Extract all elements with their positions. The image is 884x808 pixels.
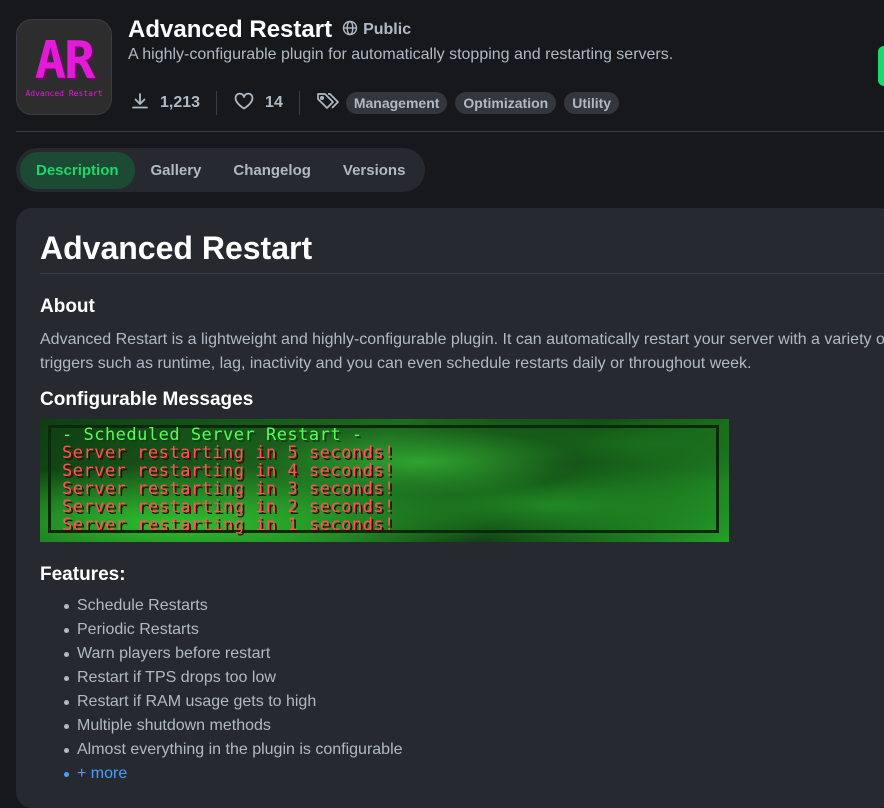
tag-management[interactable]: Management bbox=[345, 92, 448, 114]
feature-text: Almost everything in the plugin is confi… bbox=[77, 741, 403, 758]
banner-line: Server restarting in 1 seconds! bbox=[62, 515, 395, 535]
list-item: Restart if TPS drops too low bbox=[64, 666, 403, 690]
project-icon-caption: Advanced Restart bbox=[25, 88, 103, 98]
project-icon: AR Advanced Restart bbox=[16, 19, 112, 115]
tab-gallery[interactable]: Gallery bbox=[135, 152, 218, 189]
bullet bbox=[64, 699, 69, 705]
feature-text: Multiple shutdown methods bbox=[77, 717, 271, 734]
features-heading: Features: bbox=[40, 564, 126, 585]
followers-count: 14 bbox=[265, 94, 283, 111]
list-item: Multiple shutdown methods bbox=[64, 714, 403, 738]
bullet bbox=[64, 747, 69, 753]
bullet bbox=[64, 651, 69, 657]
about-heading: About bbox=[40, 296, 95, 317]
project-summary: A highly-configurable plugin for automat… bbox=[128, 46, 674, 63]
visibility-label: Public bbox=[363, 21, 412, 38]
more-link[interactable]: + more bbox=[77, 762, 127, 786]
list-item: Periodic Restarts bbox=[64, 618, 403, 642]
bullet bbox=[64, 627, 69, 633]
about-paragraph: Advanced Restart is a lightweight and hi… bbox=[40, 331, 884, 372]
heading-rule bbox=[40, 273, 884, 274]
bullet bbox=[64, 675, 69, 681]
restart-messages-banner: - Scheduled Server Restart - Server rest… bbox=[40, 419, 729, 542]
project-icon-letters: AR bbox=[34, 30, 96, 91]
list-item: Warn players before restart bbox=[64, 642, 403, 666]
feature-text: Restart if TPS drops too low bbox=[77, 669, 276, 686]
tab-versions[interactable]: Versions bbox=[327, 152, 422, 189]
download-icon bbox=[130, 91, 150, 116]
banner-line: Server restarting in 2 seconds! bbox=[62, 497, 395, 517]
heart-icon bbox=[233, 91, 255, 116]
list-item: Schedule Restarts bbox=[64, 594, 403, 618]
feature-text: Periodic Restarts bbox=[77, 621, 199, 638]
followers-stat: 14 bbox=[233, 91, 283, 116]
bullet bbox=[64, 771, 69, 777]
feature-text: Restart if RAM usage gets to high bbox=[77, 693, 317, 710]
follow-button-edge[interactable] bbox=[878, 46, 884, 86]
project-tabs: Description Gallery Changelog Versions bbox=[16, 148, 426, 192]
banner-line: Server restarting in 3 seconds! bbox=[62, 479, 395, 499]
title-row: Advanced Restart Public bbox=[128, 16, 411, 44]
messages-heading: Configurable Messages bbox=[40, 389, 254, 410]
downloads-stat: 1,213 bbox=[130, 91, 200, 116]
globe-icon bbox=[342, 20, 358, 41]
stats-divider bbox=[216, 91, 218, 115]
list-item: Restart if RAM usage gets to high bbox=[64, 690, 403, 714]
banner-line: Server restarting in 4 seconds! bbox=[62, 461, 395, 481]
visibility-badge: Public bbox=[342, 20, 411, 41]
bullet bbox=[64, 603, 69, 609]
feature-text: Schedule Restarts bbox=[77, 597, 208, 614]
banner-line: Server restarting in 5 seconds! bbox=[62, 443, 395, 463]
list-item: Almost everything in the plugin is confi… bbox=[64, 738, 403, 762]
downloads-count: 1,213 bbox=[160, 94, 201, 111]
header-divider bbox=[16, 131, 884, 132]
tag-optimization[interactable]: Optimization bbox=[455, 92, 557, 114]
feature-text: Warn players before restart bbox=[77, 645, 271, 662]
stats-divider bbox=[298, 91, 300, 115]
tags-icon bbox=[316, 91, 340, 116]
project-title: Advanced Restart bbox=[128, 16, 333, 43]
tab-changelog[interactable]: Changelog bbox=[217, 152, 327, 189]
description-heading: Advanced Restart bbox=[40, 230, 313, 266]
bullet bbox=[64, 723, 69, 729]
tag-list: Management Optimization Utility bbox=[345, 92, 620, 114]
project-stats: 1,213 14 Management Optimization Utility bbox=[130, 90, 620, 116]
features-list: Schedule Restarts Periodic Restarts Warn… bbox=[64, 594, 403, 786]
tag-utility[interactable]: Utility bbox=[564, 92, 620, 114]
tab-description[interactable]: Description bbox=[20, 151, 135, 189]
banner-title-line: - Scheduled Server Restart - bbox=[62, 425, 363, 445]
description-card: Advanced Restart About Advanced Restart … bbox=[16, 208, 884, 808]
list-item: + more bbox=[64, 762, 403, 786]
